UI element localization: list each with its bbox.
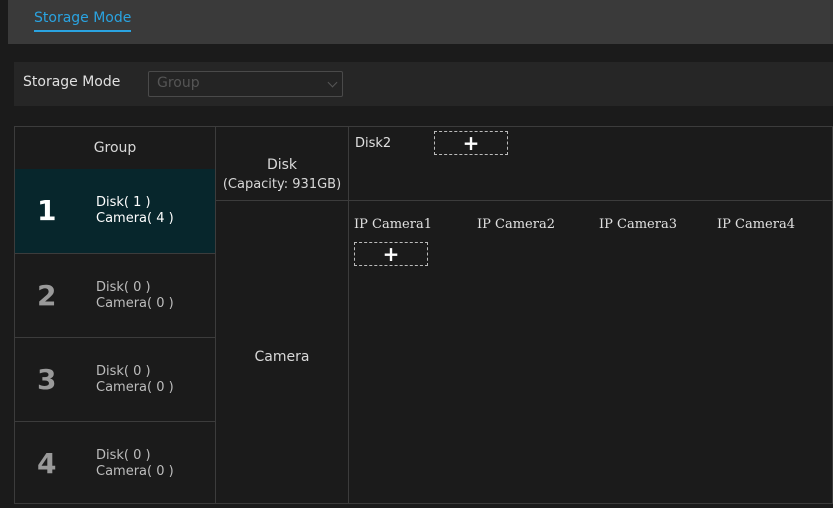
group-camera-count: Camera( 0 ) (96, 380, 174, 395)
chevron-down-icon (327, 77, 338, 88)
group-camera-count: Camera( 4 ) (96, 211, 174, 226)
add-camera-button[interactable]: + (354, 242, 428, 266)
group-item-4[interactable]: 4 Disk( 0 ) Camera( 0 ) (15, 422, 215, 506)
storage-mode-bar: Storage Mode Group (14, 62, 833, 106)
camera-name: IP Camera3 (599, 217, 677, 232)
divider (215, 200, 832, 201)
camera-name: IP Camera2 (477, 217, 555, 232)
group-summary: Disk( 0 ) Camera( 0 ) (96, 364, 174, 396)
storage-mode-label: Storage Mode (23, 74, 121, 90)
group-number: 4 (37, 447, 57, 480)
group-summary: Disk( 0 ) Camera( 0 ) (96, 448, 174, 480)
camera-name: IP Camera4 (717, 217, 795, 232)
group-disk-count: Disk( 0 ) (96, 364, 151, 379)
tab-storage-mode[interactable]: Storage Mode (34, 9, 132, 32)
storage-mode-select[interactable]: Group (148, 71, 343, 97)
group-camera-count: Camera( 0 ) (96, 296, 174, 311)
group-item-2[interactable]: 2 Disk( 0 ) Camera( 0 ) (15, 254, 215, 338)
tab-bar: Storage Mode (8, 0, 833, 44)
divider (348, 127, 349, 503)
group-column-header: Group (93, 140, 137, 156)
plus-icon: + (462, 131, 480, 155)
group-panel: Group 1 Disk( 1 ) Camera( 4 ) 2 Disk( 0 … (14, 126, 833, 504)
group-item-3[interactable]: 3 Disk( 0 ) Camera( 0 ) (15, 338, 215, 422)
group-number: 1 (37, 194, 57, 227)
group-summary: Disk( 0 ) Camera( 0 ) (96, 280, 174, 312)
disk-label: Disk (266, 157, 298, 173)
disk-row-label: Disk (Capacity: 931GB) (216, 155, 348, 195)
storage-mode-value: Group (157, 75, 200, 91)
group-item-1[interactable]: 1 Disk( 1 ) Camera( 4 ) (15, 169, 215, 253)
disk-name: Disk2 (355, 136, 392, 151)
group-disk-count: Disk( 0 ) (96, 280, 151, 295)
add-disk-button[interactable]: + (434, 131, 508, 155)
plus-icon: + (382, 242, 400, 266)
group-summary: Disk( 1 ) Camera( 4 ) (96, 195, 174, 227)
group-camera-count: Camera( 0 ) (96, 464, 174, 479)
camera-row-label: Camera (254, 349, 310, 365)
group-disk-count: Disk( 0 ) (96, 448, 151, 463)
group-number: 3 (37, 363, 57, 396)
group-number: 2 (37, 279, 57, 312)
group-disk-count: Disk( 1 ) (96, 195, 151, 210)
camera-name: IP Camera1 (354, 217, 432, 232)
disk-capacity: (Capacity: 931GB) (222, 177, 342, 192)
